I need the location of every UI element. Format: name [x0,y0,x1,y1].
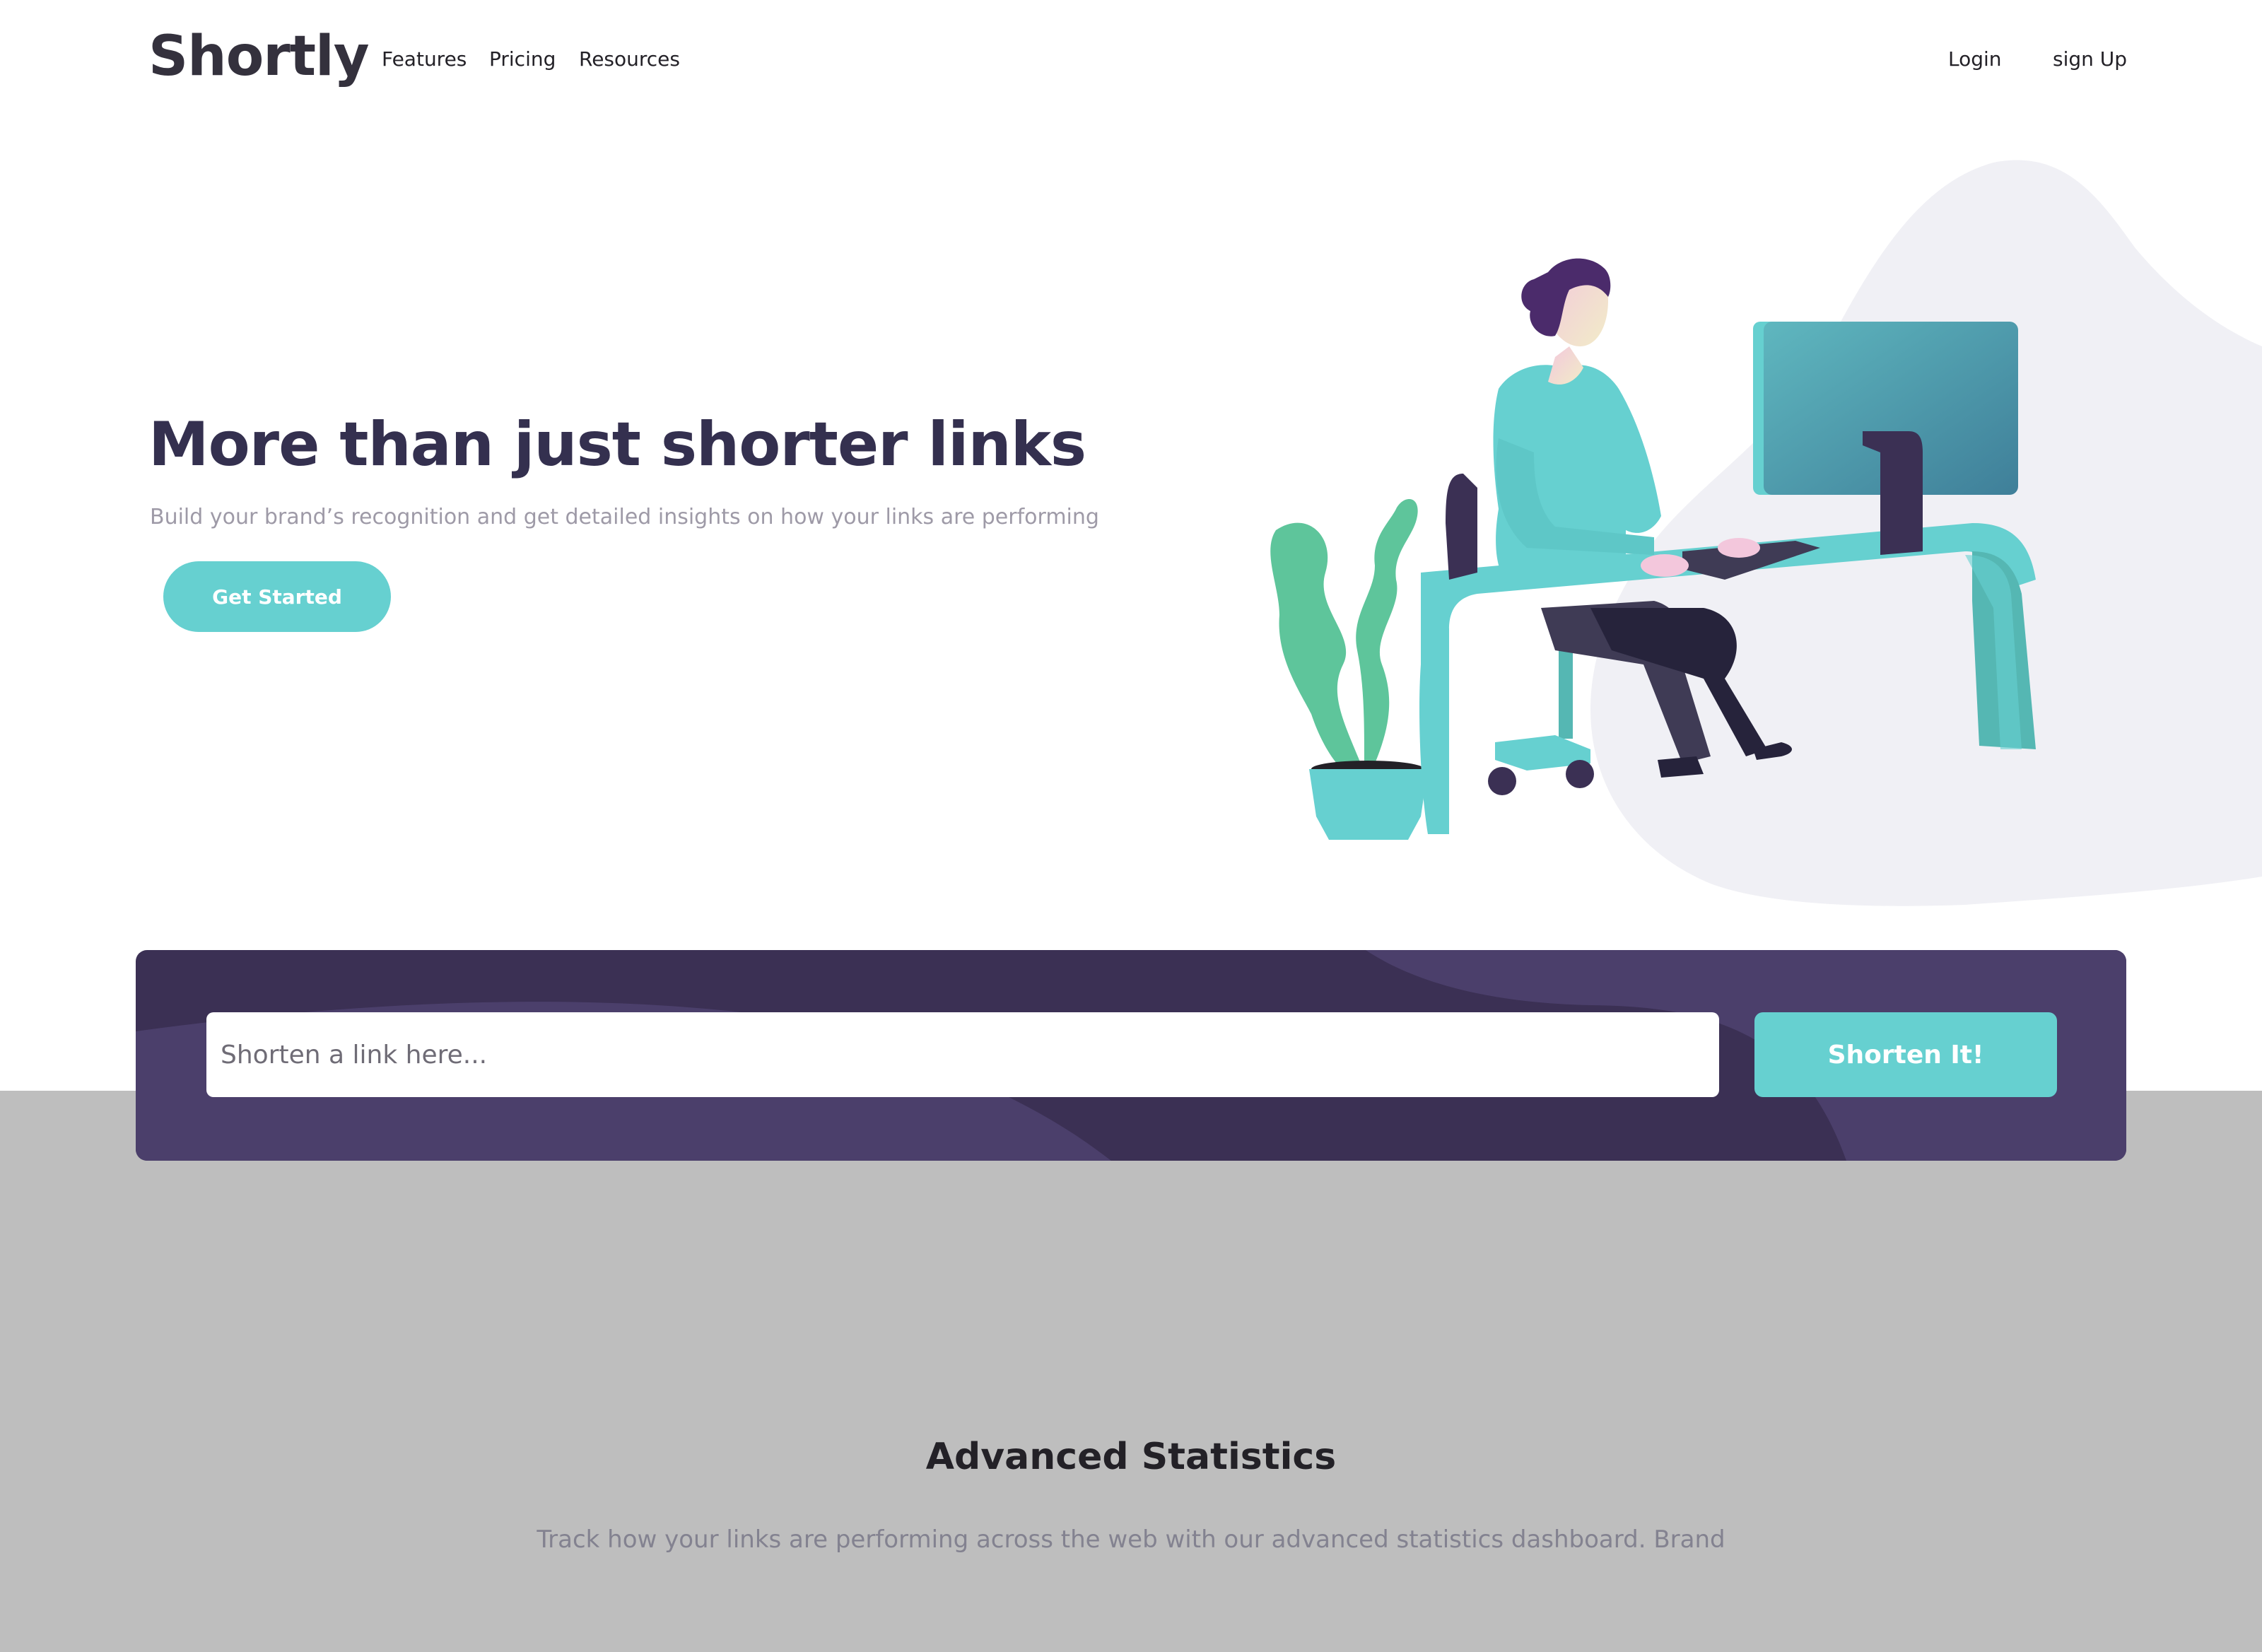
login-link[interactable]: Login [1948,47,2002,72]
statistics-section-bg [0,1091,2262,1652]
working-person-illustration [1270,160,2262,906]
nav-resources[interactable]: Resources [579,47,680,72]
hero-title: More than just shorter links [148,409,1086,480]
shorten-button[interactable]: Shorten It! [1754,1012,2057,1097]
statistics-title: Advanced Statistics [925,1436,1337,1478]
signup-link[interactable]: sign Up [2053,47,2127,72]
statistics-description: Track how your links are performing acro… [537,1525,1725,1554]
shorten-panel: Shorten It! [136,950,2126,1161]
nav-features[interactable]: Features [382,47,467,72]
logo[interactable]: Shortly [148,21,370,92]
nav-pricing[interactable]: Pricing [489,47,556,72]
get-started-button[interactable]: Get Started [163,561,391,632]
hero-subtitle: Build your brand’s recognition and get d… [150,505,1099,529]
link-input[interactable] [206,1012,1719,1097]
